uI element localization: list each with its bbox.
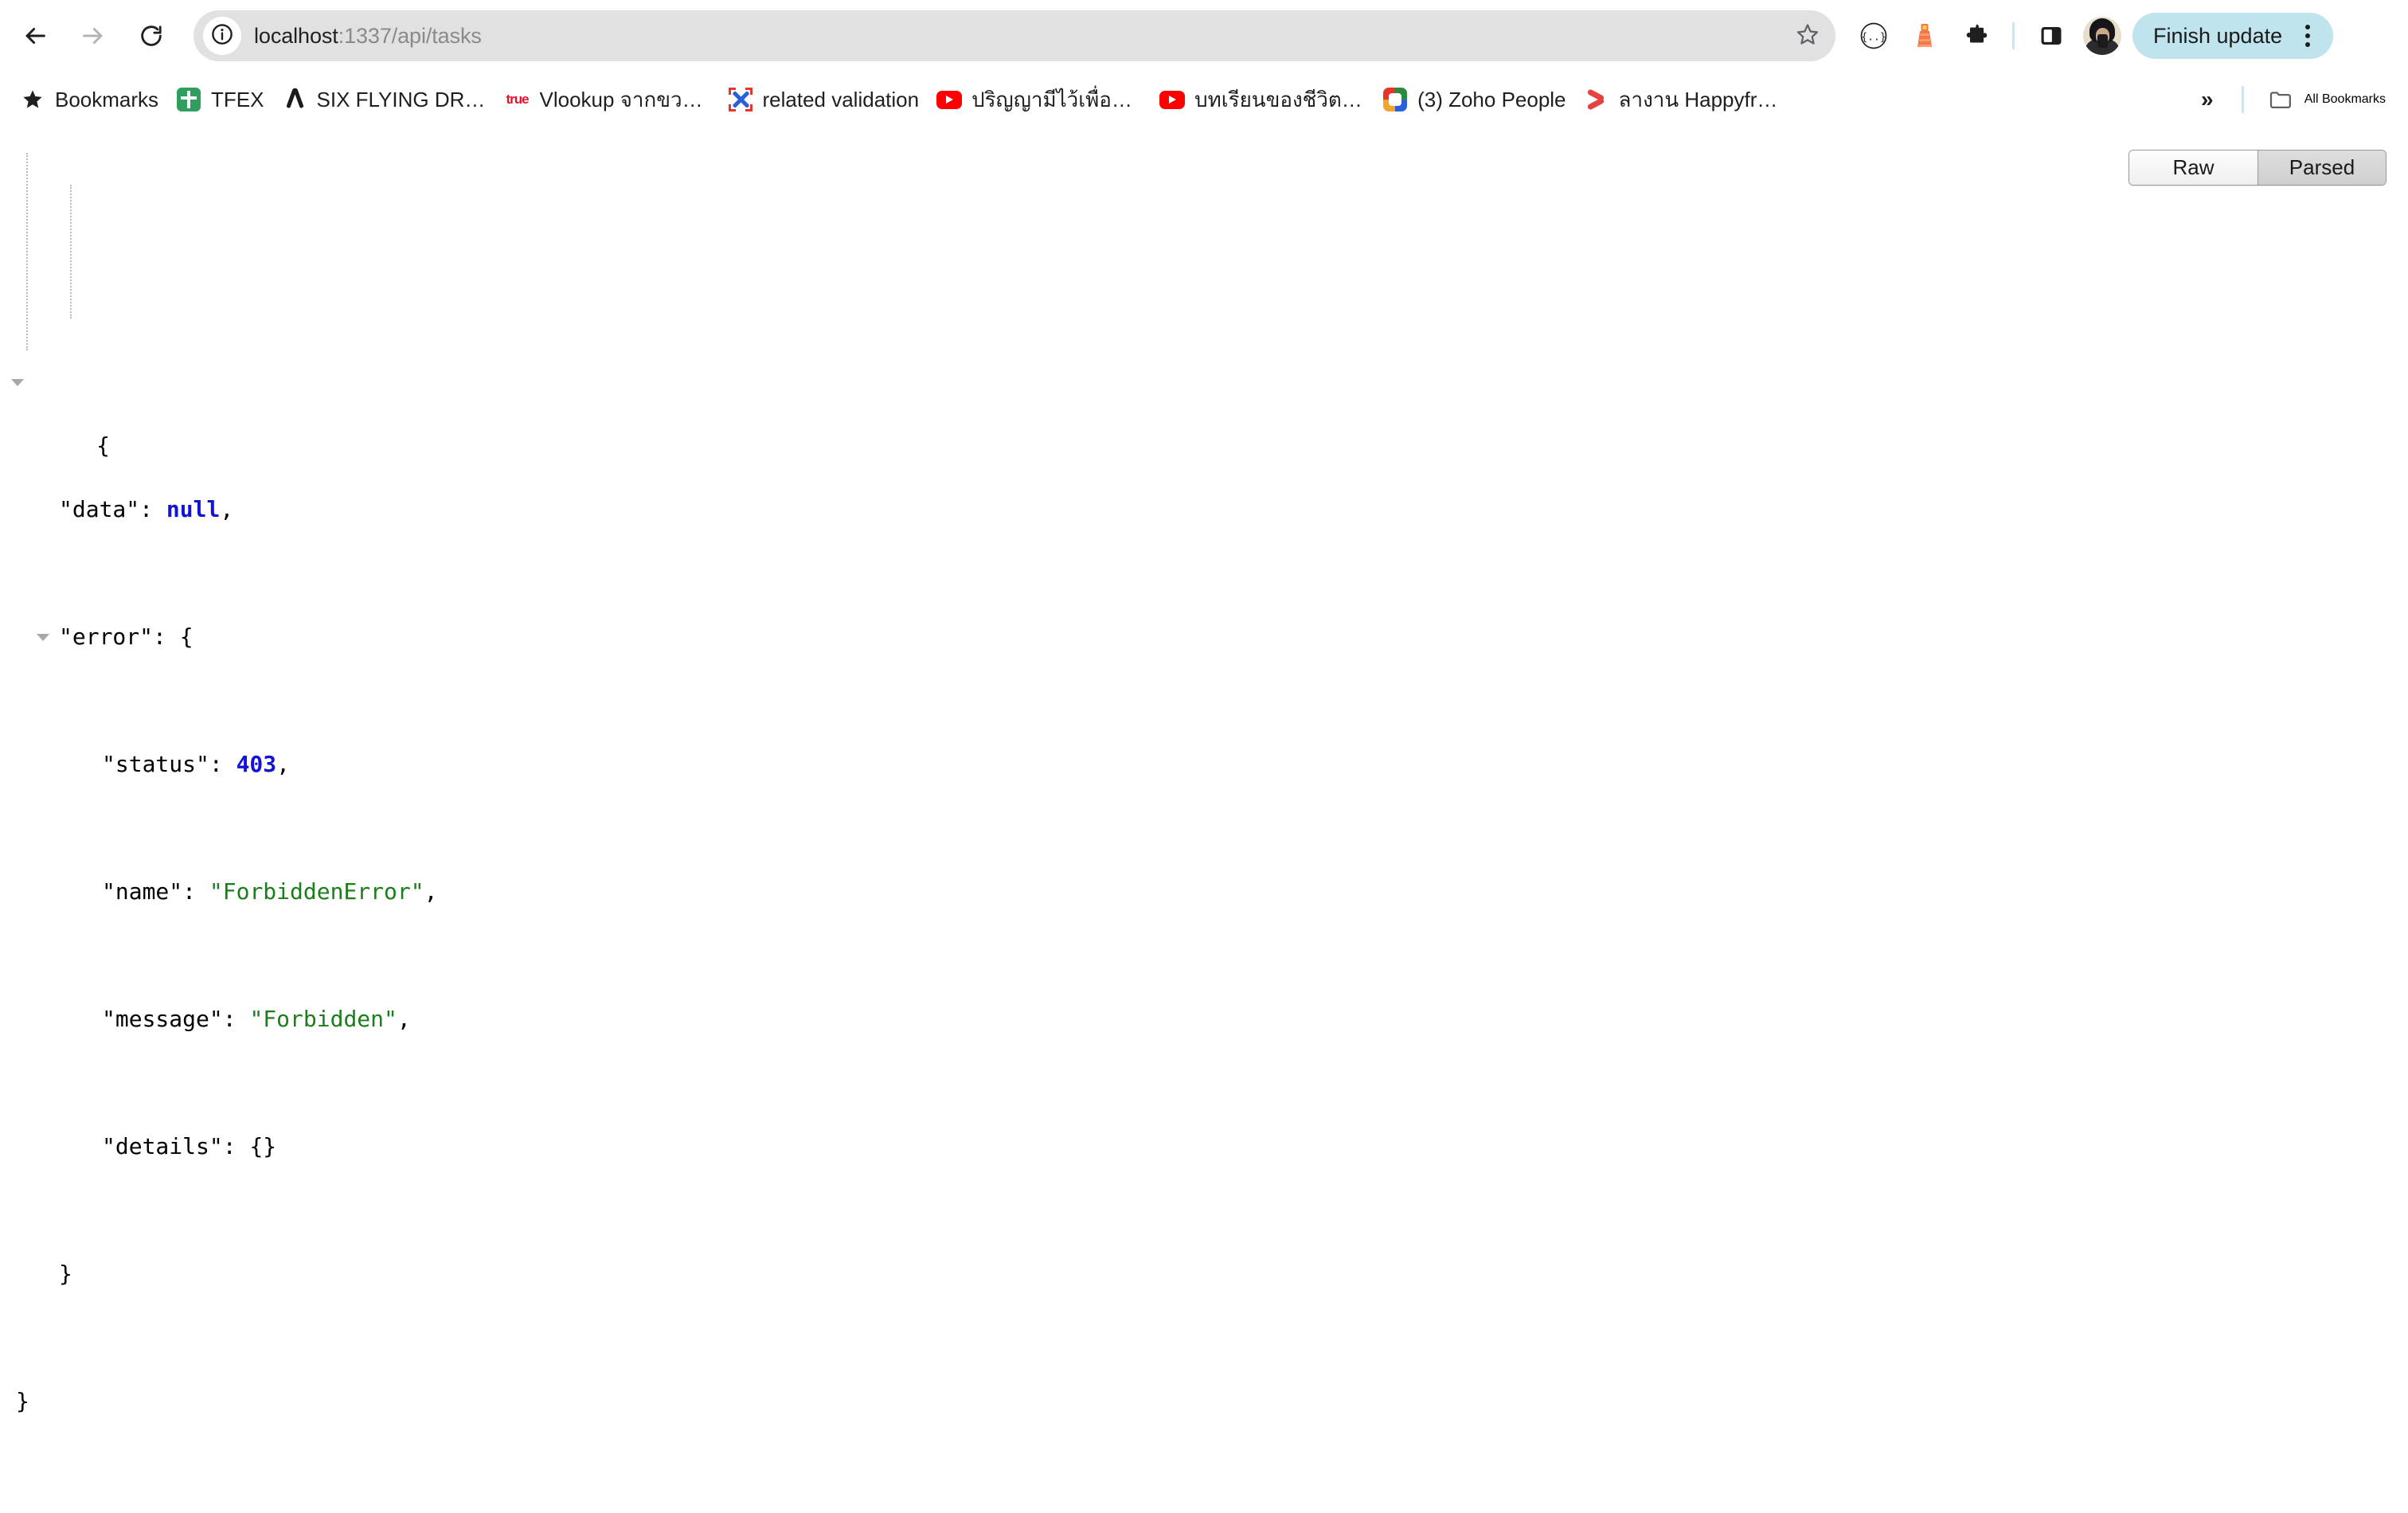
json-line-message: "message": "Forbidden", <box>102 1006 411 1032</box>
json-line-close-root: } <box>16 1388 29 1414</box>
json-key-details: "details" <box>102 1133 223 1159</box>
bookmark-label: (3) Zoho People <box>1417 87 1566 111</box>
indent-guide-level-2 <box>70 185 72 319</box>
forward-button <box>68 11 118 61</box>
json-line-name: "name": "ForbiddenError", <box>102 878 438 905</box>
json-line-open-root: { <box>11 366 437 459</box>
tab-parsed[interactable]: Parsed <box>2258 151 2386 185</box>
info-circle-icon <box>210 22 234 50</box>
bookmarks-overflow-button[interactable]: » <box>2187 80 2227 119</box>
json-key-data: "data" <box>59 496 140 522</box>
reload-icon <box>139 23 164 49</box>
bookmark-item-zoho-people[interactable]: (3) Zoho People <box>1374 79 1574 120</box>
json-key-name: "name" <box>102 878 183 905</box>
json-key-status: "status" <box>102 751 209 777</box>
zoho-favicon <box>1382 87 1408 112</box>
forward-arrow-icon <box>80 22 107 49</box>
json-tree: { "data": null, "error": { "status": 403… <box>0 127 437 1513</box>
finish-update-button[interactable]: Finish update <box>2132 13 2334 59</box>
address-bar[interactable]: localhost:1337/api/tasks <box>194 10 1835 61</box>
bookmark-item-related-validation[interactable]: related validation <box>719 79 928 120</box>
bookmarks-bar: Bookmarks TFEX SIX FLYING DRAG… true Vlo… <box>0 72 2408 127</box>
json-line-data: "data": null, <box>59 496 234 522</box>
url-path: :1337/api/tasks <box>338 23 482 48</box>
browser-toolbar: localhost:1337/api/tasks {..} Finish upd… <box>0 0 2408 72</box>
json-line-close-error: } <box>59 1261 72 1287</box>
page-content: Raw Parsed { "data": null, "error": { "s… <box>0 127 2408 1441</box>
bookmark-label: Bookmarks <box>55 87 159 111</box>
reload-button[interactable] <box>127 11 176 61</box>
json-line-error: "error": { <box>16 621 437 653</box>
all-bookmarks-label: All Bookmarks <box>2304 92 2386 106</box>
youtube-favicon <box>1159 87 1186 112</box>
bookmark-item-youtube-1[interactable]: ปริญญามีไว้เพื่ออะไร… <box>928 79 1151 120</box>
svg-text:{..}: {..} <box>1861 32 1886 44</box>
json-viewer-icon[interactable]: {..} <box>1851 14 1896 58</box>
side-panel-icon[interactable] <box>2029 14 2074 58</box>
kebab-dot-2 <box>2305 33 2311 38</box>
back-arrow-icon <box>22 22 49 49</box>
json-line-status: "status": 403, <box>102 751 291 777</box>
happyfresh-favicon <box>1584 87 1609 112</box>
bookmark-label: related validation <box>762 87 920 111</box>
avatar[interactable] <box>2083 17 2121 55</box>
toolbar-actions: {..} Finish update <box>1848 13 2343 59</box>
star-filled-icon <box>20 87 45 112</box>
bookmarks-divider <box>2241 86 2244 113</box>
folder-icon <box>2268 87 2293 112</box>
bookmark-item-youtube-2[interactable]: บทเรียนของชีวิต : ทฤ… <box>1151 79 1374 120</box>
indent-guide-level-1 <box>26 153 28 350</box>
youtube-favicon <box>936 87 963 112</box>
toolbar-divider <box>2012 22 2015 49</box>
kebab-dot-3 <box>2305 42 2311 47</box>
bookmark-label: Vlookup จากขวาไป… <box>539 87 710 111</box>
collapse-triangle-root[interactable] <box>11 379 24 386</box>
json-value-status: 403 <box>236 751 277 777</box>
json-key-error: "error" <box>59 624 154 650</box>
bookmark-item-bookmarks[interactable]: Bookmarks <box>11 79 167 120</box>
bookmark-item-tfex[interactable]: TFEX <box>167 79 272 120</box>
ribbon-favicon <box>282 87 307 112</box>
true-favicon: true <box>506 92 529 107</box>
view-mode-toggle: Raw Parsed <box>2128 150 2386 186</box>
lighthouse-icon[interactable] <box>1902 14 1947 58</box>
avatar-phone <box>2097 34 2108 48</box>
tfex-favicon <box>176 87 201 112</box>
kebab-menu-icon[interactable] <box>2290 18 2325 53</box>
json-value-name: "ForbiddenError" <box>209 878 424 905</box>
kebab-dot-1 <box>2305 25 2311 29</box>
json-key-message: "message" <box>102 1006 223 1032</box>
url-host: localhost <box>254 23 338 48</box>
bookmark-star-button[interactable] <box>1788 16 1828 56</box>
extensions-puzzle-icon[interactable] <box>1953 14 1998 58</box>
json-value-message: "Forbidden" <box>249 1006 397 1032</box>
related-validation-favicon <box>728 87 753 112</box>
bookmark-label: TFEX <box>211 87 264 111</box>
bookmark-label: SIX FLYING DRAG… <box>316 87 487 111</box>
json-value-details: {} <box>249 1133 277 1159</box>
bookmark-item-happyfresh[interactable]: ลางาน Happyfresh <box>1575 79 1798 120</box>
finish-update-label: Finish update <box>2153 23 2283 48</box>
bookmark-label: บทเรียนของชีวิต : ทฤ… <box>1194 87 1365 111</box>
bookmark-label: ลางาน Happyfresh <box>1618 87 1789 111</box>
bookmark-label: ปริญญามีไว้เพื่ออะไร… <box>971 87 1142 111</box>
json-line-details: "details": {} <box>102 1133 277 1159</box>
url-text[interactable]: localhost:1337/api/tasks <box>254 24 482 49</box>
all-bookmarks-button[interactable]: All Bookmarks <box>2258 79 2395 120</box>
bookmark-item-vlookup[interactable]: true Vlookup จากขวาไป… <box>496 79 719 120</box>
tab-raw[interactable]: Raw <box>2129 151 2258 185</box>
back-button[interactable] <box>10 11 60 61</box>
collapse-triangle-error[interactable] <box>37 634 49 641</box>
json-value-data: null <box>166 496 221 522</box>
site-info-button[interactable] <box>203 17 241 55</box>
star-icon <box>1796 22 1820 50</box>
bookmark-item-six-flying-dragons[interactable]: SIX FLYING DRAG… <box>273 79 496 120</box>
